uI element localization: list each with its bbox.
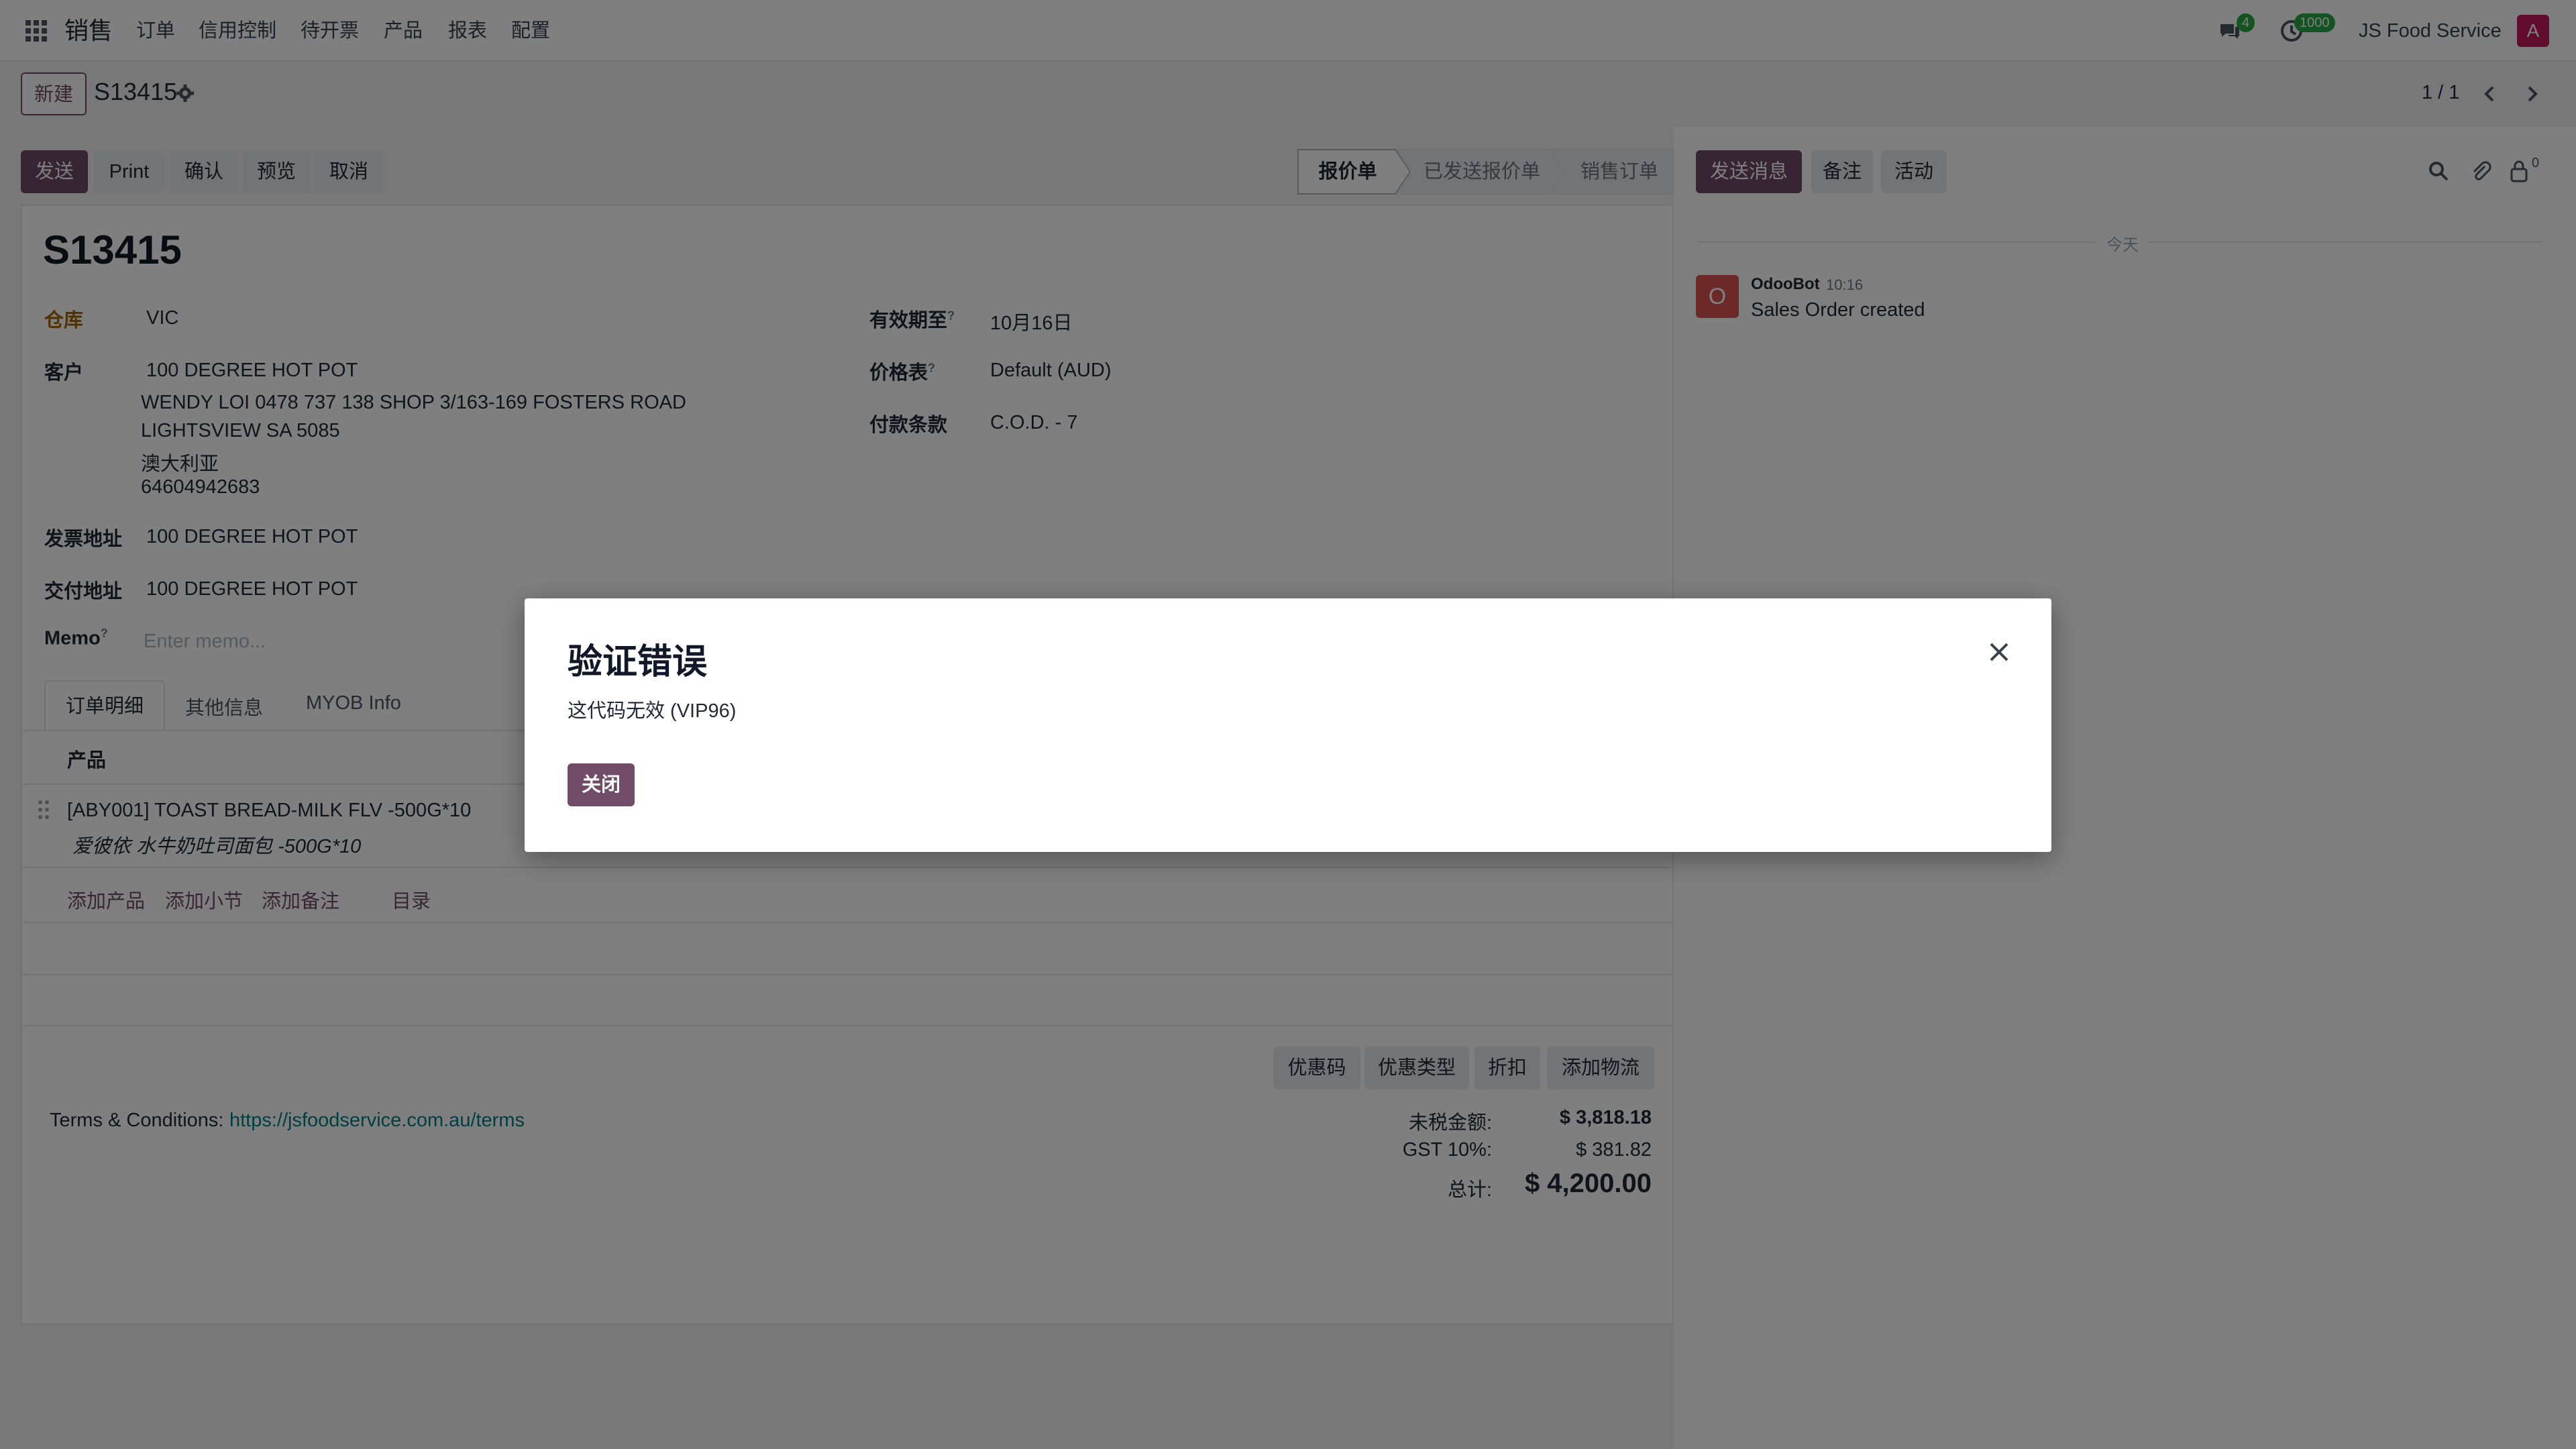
validation-error-dialog: 验证错误 这代码无效 (VIP96) 关闭 — [525, 598, 2051, 852]
dialog-message: 这代码无效 (VIP96) — [568, 700, 737, 722]
dialog-close-button[interactable]: 关闭 — [568, 763, 635, 806]
dialog-close-icon[interactable] — [1986, 639, 2012, 665]
dialog-title: 验证错误 — [568, 643, 708, 682]
